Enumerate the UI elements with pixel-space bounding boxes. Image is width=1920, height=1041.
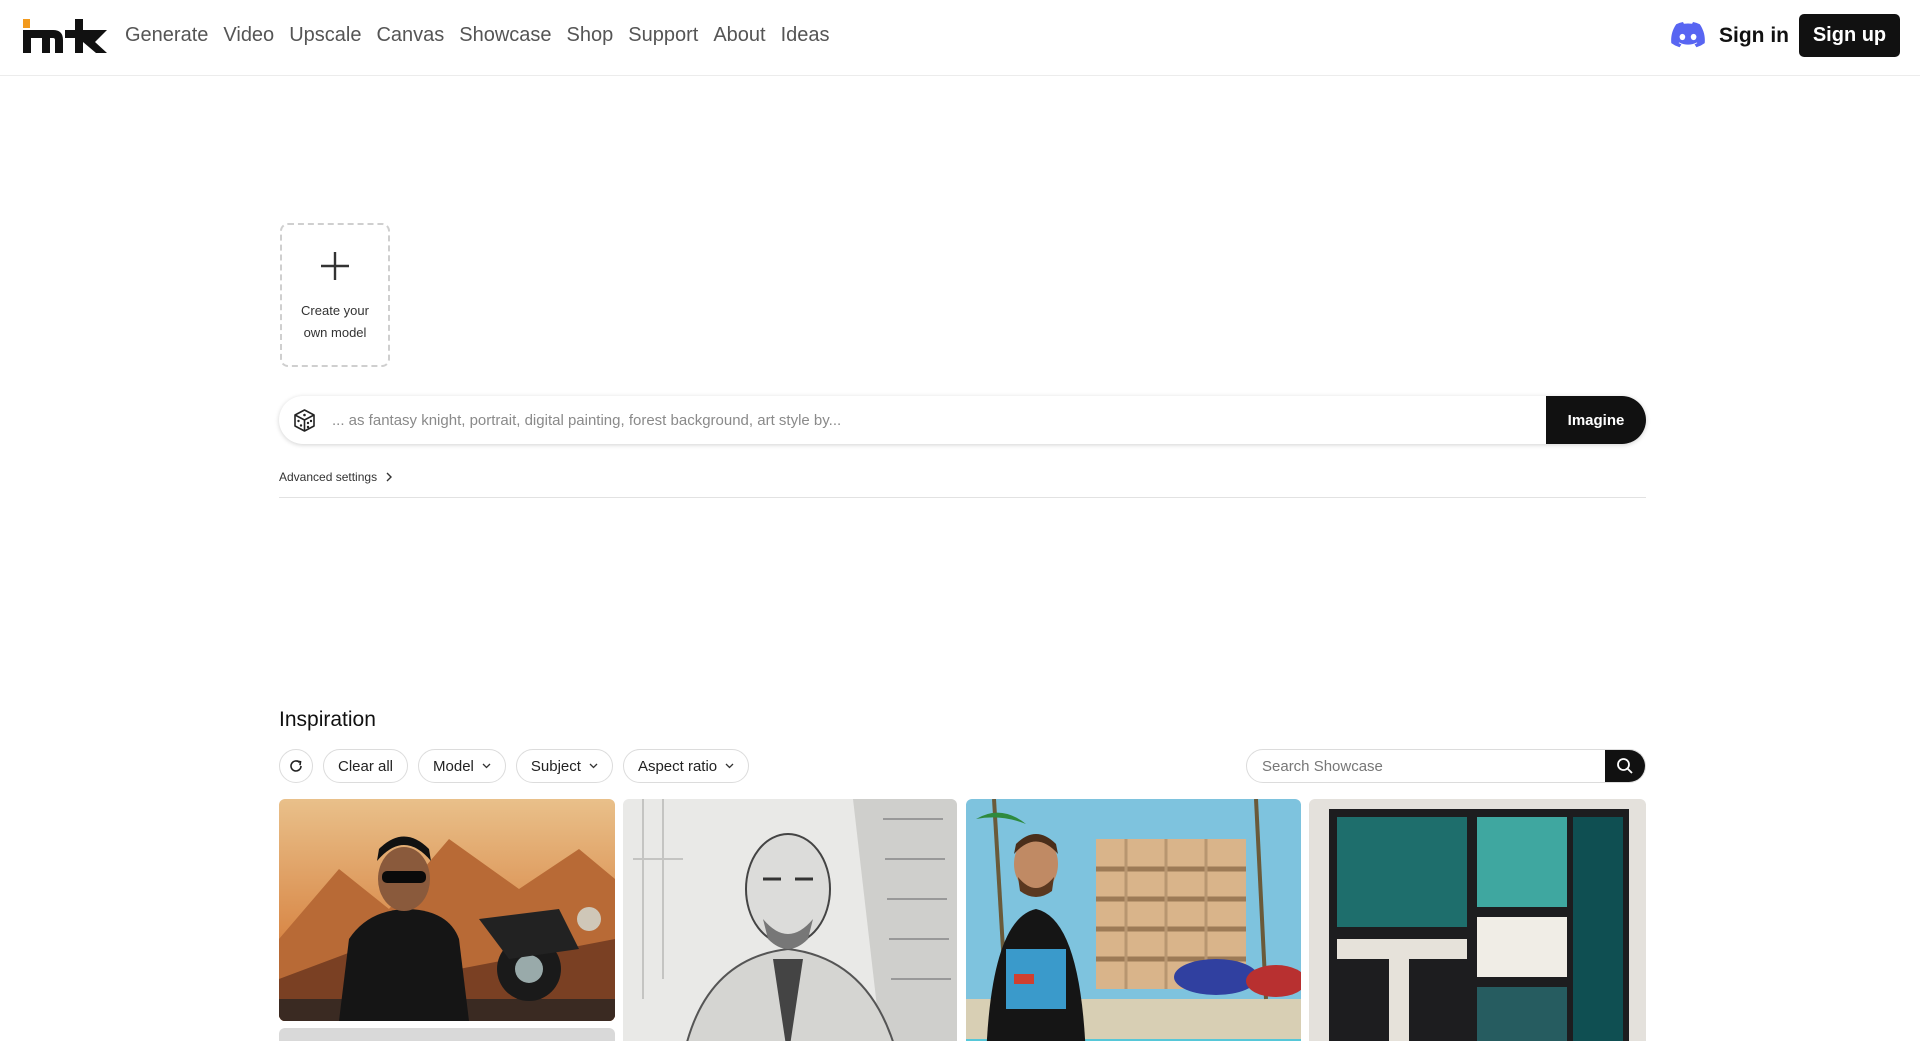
gallery-image[interactable] (279, 1028, 615, 1041)
chevron-down-icon (482, 763, 491, 769)
discord-icon[interactable] (1671, 22, 1705, 48)
sign-up-button[interactable]: Sign up (1799, 14, 1900, 57)
chevron-right-icon (386, 472, 393, 482)
chevron-down-icon (725, 763, 734, 769)
subject-filter-label: Subject (530, 757, 581, 775)
prompt-input[interactable] (332, 396, 1522, 444)
gallery-image-biker (279, 799, 615, 1021)
inspiration-gallery (279, 799, 1646, 1041)
chevron-down-icon (589, 763, 598, 769)
gallery-image-tropical (966, 799, 1301, 1041)
prompt-bar: Imagine (279, 396, 1646, 444)
model-filter-dropdown[interactable]: Model (418, 749, 506, 783)
create-model-line2: own model (303, 325, 367, 340)
nav-support[interactable]: Support (628, 24, 698, 47)
clear-all-button[interactable]: Clear all (323, 749, 409, 783)
main-nav: Generate Video Upscale Canvas Showcase S… (125, 0, 845, 70)
gallery-image-abstract (1309, 799, 1646, 1041)
gallery-image[interactable] (279, 799, 615, 1021)
gallery-image-sketch (623, 799, 957, 1041)
gallery-image[interactable] (1309, 799, 1646, 1041)
clear-all-label: Clear all (338, 757, 394, 775)
create-model-label: Create your own model (282, 300, 388, 344)
gallery-image[interactable] (966, 799, 1301, 1041)
logo[interactable] (23, 17, 107, 55)
model-filter-label: Model (433, 757, 474, 775)
search-showcase-input[interactable] (1262, 750, 1602, 782)
top-navigation-bar: Generate Video Upscale Canvas Showcase S… (0, 0, 1920, 76)
nav-generate[interactable]: Generate (125, 24, 208, 47)
advanced-settings-label: Advanced settings (279, 470, 378, 484)
refresh-button[interactable] (279, 749, 313, 783)
filter-bar: Clear all Model Subject Aspect ratio (279, 749, 759, 783)
subject-filter-dropdown[interactable]: Subject (515, 749, 613, 783)
refresh-icon (290, 760, 302, 772)
search-button[interactable] (1605, 750, 1645, 782)
inspiration-heading: Inspiration (279, 708, 376, 731)
nav-canvas[interactable]: Canvas (376, 24, 444, 47)
nav-ideas[interactable]: Ideas (781, 24, 830, 47)
divider (279, 497, 1646, 498)
gallery-image[interactable] (623, 799, 957, 1041)
imagine-button[interactable]: Imagine (1546, 396, 1646, 444)
aspect-ratio-filter-dropdown[interactable]: Aspect ratio (622, 749, 750, 783)
showcase-search (1246, 749, 1646, 783)
nav-shop[interactable]: Shop (567, 24, 614, 47)
nav-upscale[interactable]: Upscale (289, 24, 361, 47)
search-icon (1617, 758, 1633, 774)
nav-showcase[interactable]: Showcase (459, 24, 551, 47)
create-model-line1: Create your (301, 303, 369, 318)
nav-about[interactable]: About (713, 24, 765, 47)
dice-icon[interactable] (292, 408, 317, 433)
plus-icon (321, 252, 349, 280)
advanced-settings-toggle[interactable]: Advanced settings (279, 470, 393, 484)
aspect-ratio-filter-label: Aspect ratio (637, 757, 718, 775)
nav-video[interactable]: Video (223, 24, 274, 47)
sign-in-link[interactable]: Sign in (1719, 20, 1789, 52)
create-model-card[interactable]: Create your own model (280, 223, 390, 367)
